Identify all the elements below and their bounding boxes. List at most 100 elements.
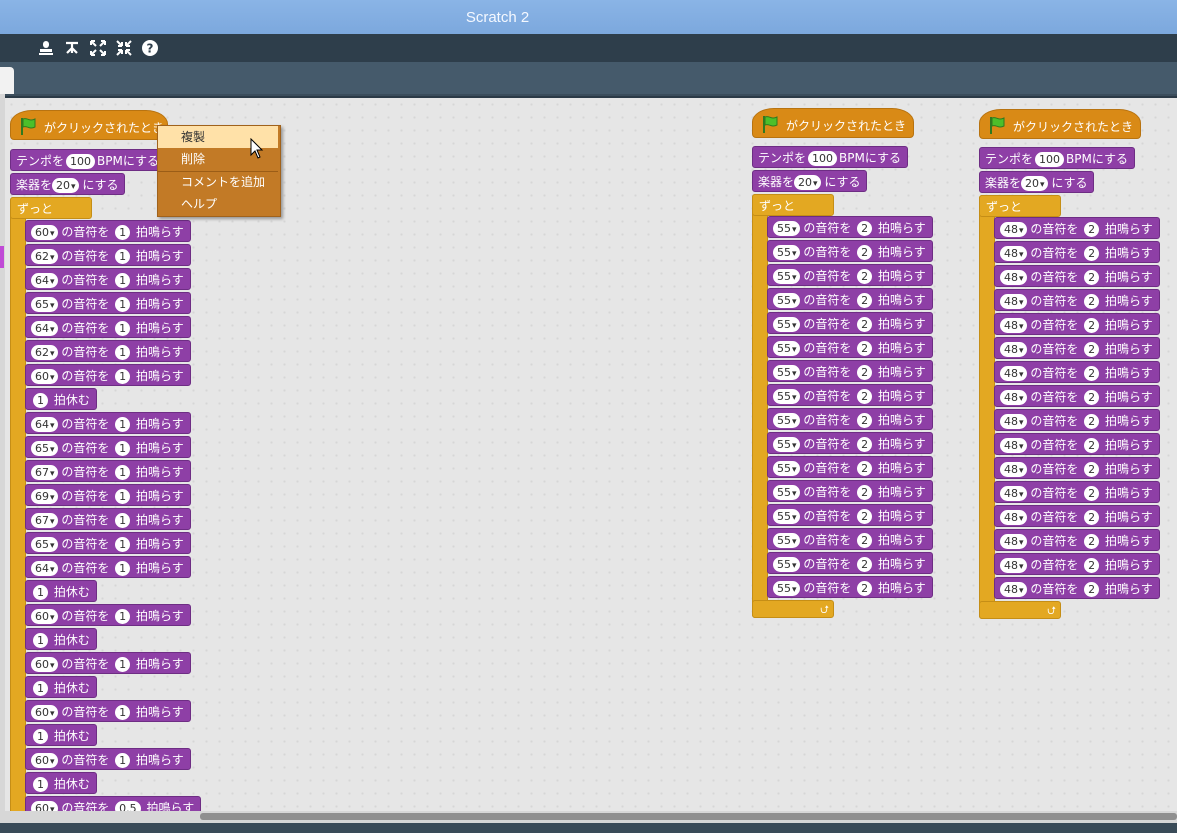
note-dropdown[interactable]: 55 <box>773 413 800 428</box>
play-note-block[interactable]: 48 の音符を 2 拍鳴らす <box>994 577 1160 599</box>
note-dropdown[interactable]: 65 <box>31 441 58 456</box>
play-note-block[interactable]: 48 の音符を 2 拍鳴らす <box>994 409 1160 431</box>
shrink-icon[interactable] <box>115 39 133 57</box>
play-note-block[interactable]: 60 の音符を 1 拍鳴らす <box>25 604 191 626</box>
play-note-block[interactable]: 48 の音符を 2 拍鳴らす <box>994 481 1160 503</box>
note-dropdown[interactable]: 55 <box>773 461 800 476</box>
beats-value[interactable]: 0.5 <box>115 801 141 811</box>
play-note-block[interactable]: 55 の音符を 2 拍鳴らす <box>767 312 933 334</box>
play-note-block[interactable]: 55 の音符を 2 拍鳴らす <box>767 528 933 550</box>
beats-value[interactable]: 1 <box>33 681 48 696</box>
play-note-block[interactable]: 48 の音符を 2 拍鳴らす <box>994 265 1160 287</box>
play-note-block[interactable]: 48 の音符を 2 拍鳴らす <box>994 241 1160 263</box>
play-note-block[interactable]: 55 の音符を 2 拍鳴らす <box>767 552 933 574</box>
note-dropdown[interactable]: 60 <box>31 657 58 672</box>
instrument-dropdown[interactable]: 20 <box>794 175 821 190</box>
note-dropdown[interactable]: 60 <box>31 705 58 720</box>
forever-top-arm[interactable]: ずっと <box>752 194 834 216</box>
duplicate-stamp-icon[interactable] <box>37 39 55 57</box>
play-note-block[interactable]: 65 の音符を 1 拍鳴らす <box>25 436 191 458</box>
horizontal-scrollbar[interactable] <box>0 811 1177 823</box>
play-note-block[interactable]: 48 の音符を 2 拍鳴らす <box>994 217 1160 239</box>
note-dropdown[interactable]: 48 <box>1000 366 1027 381</box>
beats-value[interactable]: 2 <box>1084 534 1100 549</box>
note-dropdown[interactable]: 60 <box>31 369 58 384</box>
beats-value[interactable]: 2 <box>1084 342 1100 357</box>
play-note-block[interactable]: 48 の音符を 2 拍鳴らす <box>994 457 1160 479</box>
play-note-block[interactable]: 55 の音符を 2 拍鳴らす <box>767 288 933 310</box>
beats-value[interactable]: 1 <box>33 393 48 408</box>
when-flag-clicked-hat[interactable]: がクリックされたとき <box>979 109 1141 139</box>
beats-value[interactable]: 2 <box>857 221 873 236</box>
forever-block[interactable] <box>10 197 26 811</box>
beats-value[interactable]: 1 <box>33 633 48 648</box>
play-note-block[interactable]: 65 の音符を 1 拍鳴らす <box>25 292 191 314</box>
rest-block[interactable]: 1 拍休む <box>25 772 97 794</box>
note-dropdown[interactable]: 48 <box>1000 222 1027 237</box>
note-dropdown[interactable]: 48 <box>1000 294 1027 309</box>
beats-value[interactable]: 1 <box>115 345 131 360</box>
note-dropdown[interactable]: 55 <box>773 341 800 356</box>
play-note-block[interactable]: 48 の音符を 2 拍鳴らす <box>994 385 1160 407</box>
beats-value[interactable]: 1 <box>115 489 131 504</box>
beats-value[interactable]: 2 <box>857 557 873 572</box>
forever-block[interactable] <box>979 195 995 619</box>
play-note-block[interactable]: 62 の音符を 1 拍鳴らす <box>25 244 191 266</box>
beats-value[interactable]: 2 <box>1084 318 1100 333</box>
play-note-block[interactable]: 55 の音符を 2 拍鳴らす <box>767 240 933 262</box>
note-dropdown[interactable]: 65 <box>31 537 58 552</box>
play-note-block[interactable]: 62 の音符を 1 拍鳴らす <box>25 340 191 362</box>
note-dropdown[interactable]: 48 <box>1000 462 1027 477</box>
forever-block[interactable] <box>752 194 768 618</box>
beats-value[interactable]: 1 <box>115 657 131 672</box>
note-dropdown[interactable]: 48 <box>1000 414 1027 429</box>
beats-value[interactable]: 1 <box>33 777 48 792</box>
beats-value[interactable]: 2 <box>857 461 873 476</box>
set-instrument-block[interactable]: 楽器を20 にする <box>10 173 126 195</box>
rest-block[interactable]: 1 拍休む <box>25 676 97 698</box>
note-dropdown[interactable]: 64 <box>31 273 58 288</box>
play-note-block[interactable]: 60 の音符を 1 拍鳴らす <box>25 652 191 674</box>
beats-value[interactable]: 2 <box>1084 462 1100 477</box>
instrument-dropdown[interactable]: 20 <box>1021 176 1048 191</box>
beats-value[interactable]: 1 <box>115 561 131 576</box>
play-note-block[interactable]: 55 の音符を 2 拍鳴らす <box>767 408 933 430</box>
instrument-dropdown[interactable]: 20 <box>52 178 79 193</box>
note-dropdown[interactable]: 62 <box>31 249 58 264</box>
beats-value[interactable]: 1 <box>115 273 131 288</box>
set-tempo-block[interactable]: テンポを 100 BPMにする <box>10 149 166 171</box>
note-dropdown[interactable]: 55 <box>773 245 800 260</box>
beats-value[interactable]: 2 <box>857 389 873 404</box>
note-dropdown[interactable]: 48 <box>1000 318 1027 333</box>
set-instrument-block[interactable]: 楽器を20 にする <box>979 171 1095 193</box>
note-dropdown[interactable]: 64 <box>31 417 58 432</box>
note-dropdown[interactable]: 65 <box>31 297 58 312</box>
menu-item-help[interactable]: ヘルプ <box>158 193 278 215</box>
note-dropdown[interactable]: 55 <box>773 389 800 404</box>
scrollbar-thumb[interactable] <box>200 813 1177 820</box>
note-dropdown[interactable]: 55 <box>773 317 800 332</box>
grow-icon[interactable] <box>89 39 107 57</box>
note-dropdown[interactable]: 48 <box>1000 438 1027 453</box>
play-note-block[interactable]: 48 の音符を 2 拍鳴らす <box>994 529 1160 551</box>
play-note-block[interactable]: 60 の音符を 1 拍鳴らす <box>25 748 191 770</box>
play-note-block[interactable]: 64 の音符を 1 拍鳴らす <box>25 556 191 578</box>
note-dropdown[interactable]: 60 <box>31 753 58 768</box>
beats-value[interactable]: 1 <box>115 225 131 240</box>
beats-value[interactable]: 1 <box>33 585 48 600</box>
set-tempo-block[interactable]: テンポを 100 BPMにする <box>752 146 908 168</box>
play-note-block[interactable]: 55 の音符を 2 拍鳴らす <box>767 576 933 598</box>
beats-value[interactable]: 1 <box>115 465 131 480</box>
beats-value[interactable]: 2 <box>857 245 873 260</box>
beats-value[interactable]: 1 <box>115 513 131 528</box>
beats-value[interactable]: 2 <box>857 437 873 452</box>
note-dropdown[interactable]: 48 <box>1000 246 1027 261</box>
beats-value[interactable]: 2 <box>1084 222 1100 237</box>
note-dropdown[interactable]: 55 <box>773 533 800 548</box>
beats-value[interactable]: 2 <box>1084 390 1100 405</box>
play-note-block[interactable]: 55 の音符を 2 拍鳴らす <box>767 480 933 502</box>
play-note-block[interactable]: 48 の音符を 2 拍鳴らす <box>994 553 1160 575</box>
beats-value[interactable]: 2 <box>857 485 873 500</box>
forever-top-arm[interactable]: ずっと <box>10 197 92 219</box>
beats-value[interactable]: 2 <box>857 581 873 596</box>
